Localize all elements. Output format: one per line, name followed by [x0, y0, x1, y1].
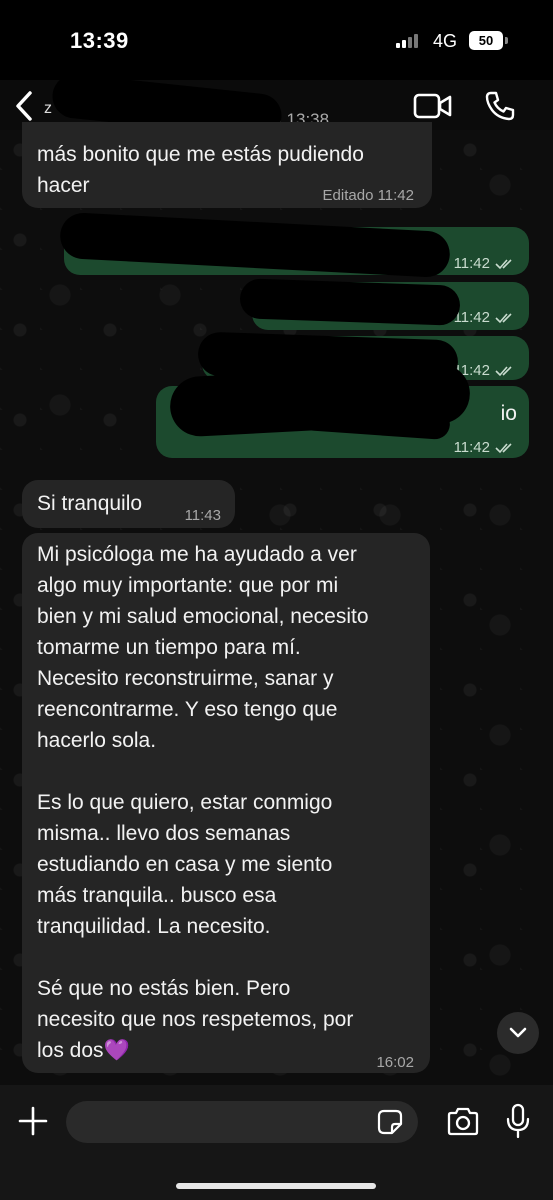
chevron-down-icon — [509, 1027, 527, 1038]
video-call-icon — [413, 93, 452, 119]
message-meta: Editado 11:42 — [322, 187, 414, 204]
battery-tip — [505, 37, 508, 44]
sticker-icon — [377, 1109, 403, 1135]
message-meta: 11:42 — [454, 432, 515, 463]
back-button[interactable] — [10, 88, 40, 124]
message-text: Mi psicóloga me ha ayudado a ver algo mu… — [37, 543, 369, 1062]
message-meta: 11:42 — [454, 302, 515, 333]
message-meta: 11:43 — [184, 507, 221, 524]
message-partial-text: io — [500, 402, 517, 425]
read-receipt-icon — [495, 443, 512, 454]
attach-button[interactable] — [17, 1105, 49, 1137]
read-receipt-icon — [495, 366, 512, 377]
camera-icon — [447, 1107, 479, 1136]
message-meta: 11:42 — [454, 248, 515, 279]
status-time: 13:39 — [70, 28, 129, 53]
read-receipt-icon — [495, 259, 512, 270]
status-bar: 13:39 4G 50 — [0, 0, 553, 80]
microphone-button[interactable] — [505, 1103, 531, 1139]
message-bubble-incoming[interactable]: Mi psicóloga me ha ayudado a ver algo mu… — [22, 533, 430, 1073]
contact-name[interactable]: z — [44, 100, 52, 118]
voice-call-button[interactable] — [484, 90, 516, 122]
home-indicator[interactable] — [176, 1183, 376, 1189]
message-bubble-incoming[interactable]: Si tranquilo 11:43 — [22, 480, 235, 528]
phone-icon — [485, 91, 515, 121]
signal-icon — [396, 34, 418, 48]
camera-button[interactable] — [446, 1107, 480, 1137]
microphone-icon — [506, 1103, 530, 1139]
message-meta: 16:02 — [376, 1054, 414, 1071]
scroll-to-bottom-button[interactable] — [497, 1012, 539, 1054]
sticker-button[interactable] — [377, 1109, 403, 1135]
plus-icon — [18, 1106, 48, 1136]
message-input[interactable] — [66, 1101, 418, 1143]
video-call-button[interactable] — [413, 92, 453, 120]
network-type: 4G — [433, 31, 458, 51]
battery-level: 50 — [469, 31, 503, 50]
message-text: Si tranquilo — [37, 492, 143, 515]
message-bubble-incoming[interactable]: más bonito que me estás pudiendo hacer E… — [22, 122, 432, 208]
redaction-mark — [239, 278, 461, 326]
read-receipt-icon — [495, 313, 512, 324]
message-text: más bonito que me estás pudiendo hacer — [37, 143, 364, 197]
back-chevron-icon — [16, 91, 32, 121]
